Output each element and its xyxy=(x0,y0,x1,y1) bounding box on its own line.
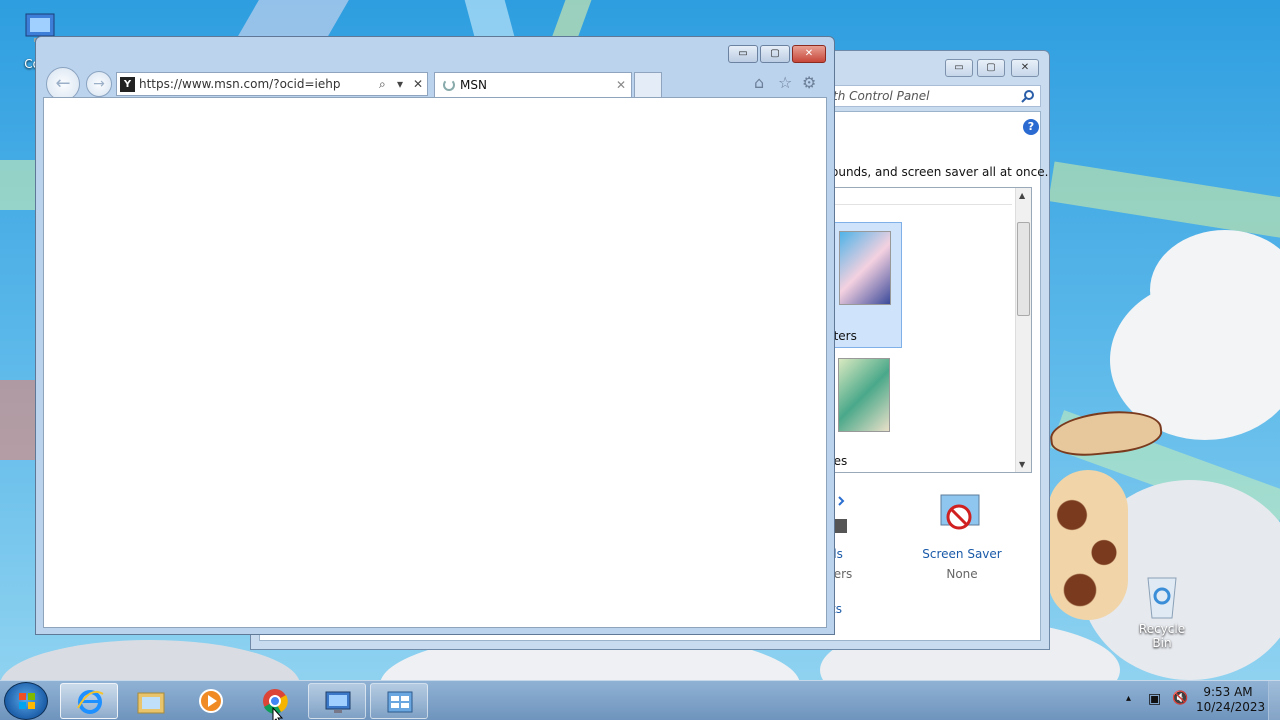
windows-logo-icon xyxy=(19,693,35,709)
taskbar-remote-desktop[interactable] xyxy=(308,683,366,719)
media-player-icon xyxy=(199,689,223,713)
address-url[interactable]: https://www.msn.com/?ocid=iehp xyxy=(139,73,340,95)
taskbar-file-explorer[interactable] xyxy=(122,683,180,719)
tab-title: MSN xyxy=(460,78,487,92)
screen-saver-value: None xyxy=(946,567,978,581)
favorites-star-icon[interactable]: ☆ xyxy=(778,73,792,92)
clock-date: 10/24/2023 xyxy=(1196,700,1266,714)
cp-close-button[interactable]: ✕ xyxy=(1011,59,1039,77)
volume-muted-icon[interactable]: 🔇 xyxy=(1172,691,1188,706)
remote-desktop-icon xyxy=(325,691,351,713)
taskbar-chrome[interactable] xyxy=(246,683,304,720)
show-desktop-button[interactable] xyxy=(1268,681,1280,720)
scrollbar-thumb[interactable] xyxy=(1017,222,1030,316)
theme-list-scrollbar[interactable]: ▲ ▼ xyxy=(1015,188,1031,472)
tab-msn[interactable]: MSN ✕ xyxy=(434,72,632,97)
recycle-bin-icon xyxy=(1147,577,1177,619)
cp-minimize-button[interactable]: ▭ xyxy=(945,59,973,77)
recycle-bin-label: Recycle Bin xyxy=(1138,622,1186,650)
screen-saver-link[interactable]: Screen Saver xyxy=(917,547,1007,561)
cp-search-input[interactable]: th Control Panel xyxy=(826,85,1041,107)
taskbar-internet-explorer[interactable] xyxy=(60,683,118,719)
taskbar-media-player[interactable] xyxy=(182,683,240,719)
taskbar-control-panel[interactable] xyxy=(370,683,428,719)
address-bar[interactable]: Y https://www.msn.com/?ocid=iehp ⌕ ▾ ✕ xyxy=(116,72,428,96)
screen-saver-icon[interactable] xyxy=(937,493,983,539)
cp-description: ounds, and screen saver all at once. xyxy=(831,165,1049,179)
theme-thumbnail xyxy=(839,231,891,305)
internet-explorer-icon xyxy=(77,690,104,714)
recycle-bin-desktop-icon[interactable]: Recycle Bin xyxy=(1128,572,1196,650)
mouse-cursor-icon xyxy=(272,707,284,720)
ie-minimize-button[interactable]: ▭ xyxy=(728,45,758,63)
taskbar: ▴ ▣ 🔇 9:53 AM 10/24/2023 xyxy=(0,680,1280,720)
tab-close-icon[interactable]: ✕ xyxy=(616,73,626,97)
clock[interactable]: 9:53 AM 10/24/2023 xyxy=(1196,685,1266,715)
ie-maximize-button[interactable]: ▢ xyxy=(760,45,790,63)
back-button[interactable]: ← xyxy=(46,67,80,101)
search-icon[interactable] xyxy=(1021,89,1035,103)
address-dropdown-icon[interactable]: ▾ xyxy=(397,73,403,95)
loading-spinner-icon xyxy=(443,79,455,91)
address-stop-icon[interactable]: ✕ xyxy=(413,73,423,95)
clock-time: 9:53 AM xyxy=(1203,685,1253,699)
control-panel-icon xyxy=(387,691,413,713)
tray-overflow-icon[interactable]: ▴ xyxy=(1126,693,1131,704)
cp-maximize-button[interactable]: ▢ xyxy=(977,59,1005,77)
start-button[interactable] xyxy=(4,682,48,720)
help-icon[interactable]: ? xyxy=(1023,119,1039,135)
site-favicon-icon: Y xyxy=(120,77,135,92)
tools-gear-icon[interactable]: ⚙ xyxy=(802,73,816,92)
folder-icon xyxy=(137,692,165,714)
forward-arrow-icon: → xyxy=(93,76,105,92)
giraffe-illustration xyxy=(1048,470,1128,620)
back-arrow-icon: ← xyxy=(55,73,71,94)
network-icon[interactable]: ▣ xyxy=(1148,691,1161,707)
forward-button[interactable]: → xyxy=(86,71,112,97)
theme-list[interactable]: cters nes ▲ ▼ xyxy=(811,187,1032,473)
ie-close-button[interactable]: ✕ xyxy=(792,45,826,63)
page-viewport[interactable] xyxy=(43,97,827,628)
internet-explorer-window[interactable]: ▭ ▢ ✕ ← → Y https://www.msn.com/?ocid=ie… xyxy=(35,36,835,635)
home-icon[interactable]: ⌂ xyxy=(754,73,764,92)
theme-thumbnail[interactable] xyxy=(838,358,890,432)
new-tab-button[interactable] xyxy=(634,72,662,97)
address-search-icon[interactable]: ⌕ xyxy=(379,73,386,95)
